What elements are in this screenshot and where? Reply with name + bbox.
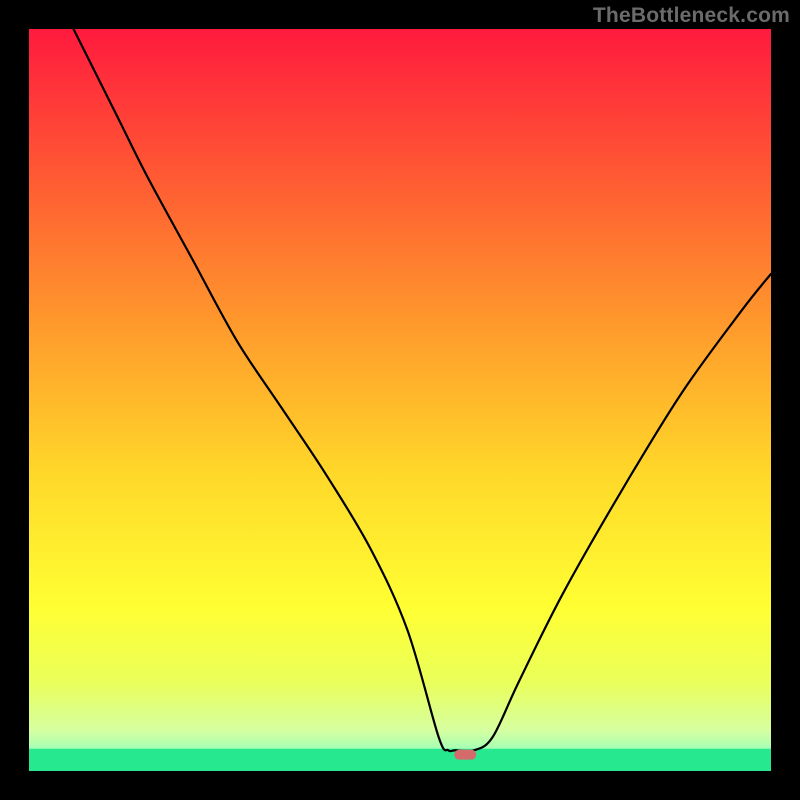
optimal-point-marker (454, 750, 476, 760)
attribution-text: TheBottleneck.com (0, 4, 790, 28)
green-band (29, 749, 771, 771)
bottleneck-chart (29, 29, 771, 771)
chart-frame: TheBottleneck.com (0, 0, 800, 800)
plot-background (29, 29, 771, 771)
